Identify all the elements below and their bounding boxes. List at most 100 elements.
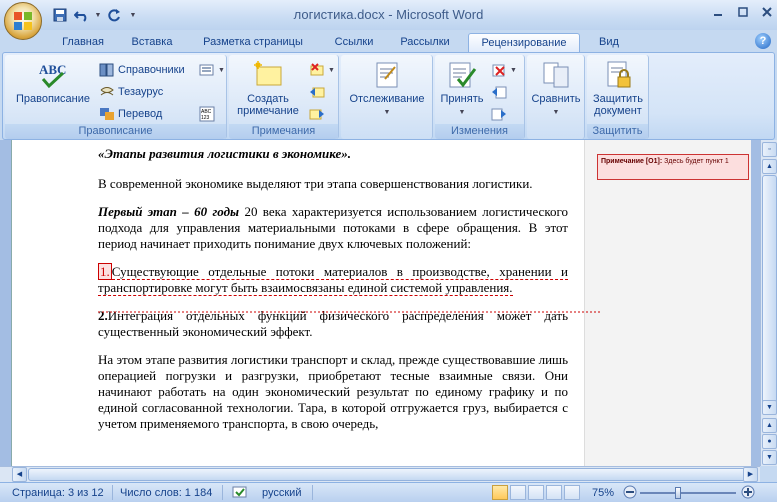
accept-icon [446,59,478,91]
scroll-up-button[interactable]: ▲ [762,159,777,174]
language-indicator[interactable]: русский [262,487,301,499]
previous-page-button[interactable]: ▲ [762,418,777,433]
next-comment-icon [309,106,325,122]
next-change-button[interactable] [491,104,507,124]
zoom-level[interactable]: 75% [592,487,614,499]
group-compare: Сравнить ▼ [527,55,585,139]
next-page-button[interactable]: ▼ [762,450,777,465]
protect-label-1: Защитить [593,93,643,105]
translate-icon [99,106,115,122]
group-changes-label: Изменения [435,124,524,139]
draft-view-button[interactable] [564,485,580,500]
undo-dropdown-icon[interactable]: ▼ [94,5,102,25]
zoom-slider-thumb[interactable] [675,487,681,499]
word-count-button[interactable]: ABC 123 [199,104,215,124]
new-comment-button[interactable]: Создать примечание [233,59,303,117]
zoom-out-icon[interactable] [623,485,637,502]
tab-references[interactable]: Ссылки [330,33,378,52]
compare-button[interactable]: Сравнить ▼ [529,59,583,119]
scroll-down-button[interactable]: ▼ [762,400,777,415]
tracking-icon [371,59,403,91]
customize-toolbar-icon[interactable]: ▼ [126,5,140,25]
page-indicator[interactable]: Страница: 3 из 12 [12,487,104,499]
compare-dropdown-icon: ▼ [552,109,560,116]
translate-button[interactable]: Перевод [99,104,162,124]
lock-icon [602,59,634,91]
previous-comment-button[interactable] [309,82,325,102]
previous-change-icon [491,84,507,100]
word-count-icon: ABC 123 [199,106,215,122]
repeat-icon[interactable] [104,5,124,25]
new-comment-label-1: Создать [247,93,289,105]
status-separator [312,485,313,500]
comment-text: Здесь будет пункт 1 [664,158,729,165]
save-icon[interactable] [50,5,70,25]
status-separator [222,485,223,500]
office-logo-icon [14,12,34,32]
undo-icon[interactable] [72,5,92,25]
thesaurus-icon [99,84,115,100]
reject-icon [491,62,507,78]
group-changes: Принять ▼ ▼ Изменения [435,55,525,139]
svg-text:123: 123 [201,115,210,121]
accept-label: Принять [440,93,484,105]
horizontal-scroll-thumb[interactable] [28,468,748,481]
print-layout-view-button[interactable] [492,485,508,500]
reject-button[interactable]: ▼ [491,60,517,80]
tab-page-layout[interactable]: Разметка страницы [196,33,310,52]
vertical-scroll-thumb[interactable] [762,175,777,410]
set-language-icon [199,62,215,78]
delete-comment-dropdown-icon: ▼ [328,66,335,74]
compare-icon [540,59,572,91]
document-area: «Этапы развития логистики в экономике». … [0,140,760,466]
new-comment-icon [252,59,284,91]
thesaurus-button[interactable]: Тезаурус [99,82,163,102]
spelling-button[interactable]: ABC Правописание [9,59,97,105]
reject-dropdown-icon: ▼ [510,66,517,74]
comment-balloon[interactable]: Примечание [О1]: Здесь будет пункт 1 [597,154,749,180]
research-label: Справочники [118,64,185,76]
scroll-right-button[interactable]: ▶ [743,467,758,482]
browse-object-button[interactable]: ● [762,434,777,449]
web-layout-view-button[interactable] [528,485,544,500]
next-comment-button[interactable] [309,104,325,124]
ruler-toggle-icon[interactable]: ▫ [762,142,777,157]
horizontal-scrollbar[interactable]: ◀ ▶ [0,466,760,482]
status-bar: Страница: 3 из 12 Число слов: 1 184 русс… [0,482,777,502]
title-bar: логистика.docx - Microsoft Word ▼ ▼ [0,0,777,30]
set-language-button[interactable]: ▼ [199,60,225,80]
protect-document-button[interactable]: Защитить документ [589,59,647,117]
accept-button[interactable]: Принять ▼ [437,59,487,119]
full-screen-view-button[interactable] [510,485,526,500]
tab-mailings[interactable]: Рассылки [396,33,454,52]
delete-comment-button[interactable]: ▼ [309,60,335,80]
zoom-slider[interactable] [640,492,736,494]
research-button[interactable]: Справочники [99,60,185,80]
tab-review[interactable]: Рецензирование [468,33,580,52]
minimize-button[interactable] [706,2,730,22]
spelling-label: Правописание [15,93,91,105]
scroll-left-button[interactable]: ◀ [12,467,27,482]
delete-comment-icon [309,62,325,78]
office-button[interactable] [4,2,42,40]
help-icon[interactable]: ? [755,33,771,49]
tracking-button[interactable]: Отслеживание ▼ [345,59,429,119]
quick-access-toolbar: ▼ ▼ [50,5,140,25]
close-button[interactable] [755,2,777,22]
tab-insert[interactable]: Вставка [126,33,178,52]
proofing-status-icon[interactable] [232,485,248,502]
group-proofing-label: Правописание [5,124,226,139]
group-tracking: Отслеживание ▼ [341,55,433,139]
vertical-scrollbar[interactable]: ▫ ▲ ▼ ▲ ● ▼ [760,140,777,466]
zoom-in-icon[interactable] [741,485,755,502]
previous-change-button[interactable] [491,82,507,102]
outline-view-button[interactable] [546,485,562,500]
group-comments-label: Примечания [229,124,338,139]
group-proofing: ABC Правописание Справочники Тезаурус Пе… [5,55,227,139]
tab-home[interactable]: Главная [55,33,111,52]
maximize-button[interactable] [731,2,755,22]
tracking-label: Отслеживание [349,93,425,105]
word-count[interactable]: Число слов: 1 184 [120,487,212,499]
tab-view[interactable]: Вид [594,33,624,52]
research-icon [99,62,115,78]
